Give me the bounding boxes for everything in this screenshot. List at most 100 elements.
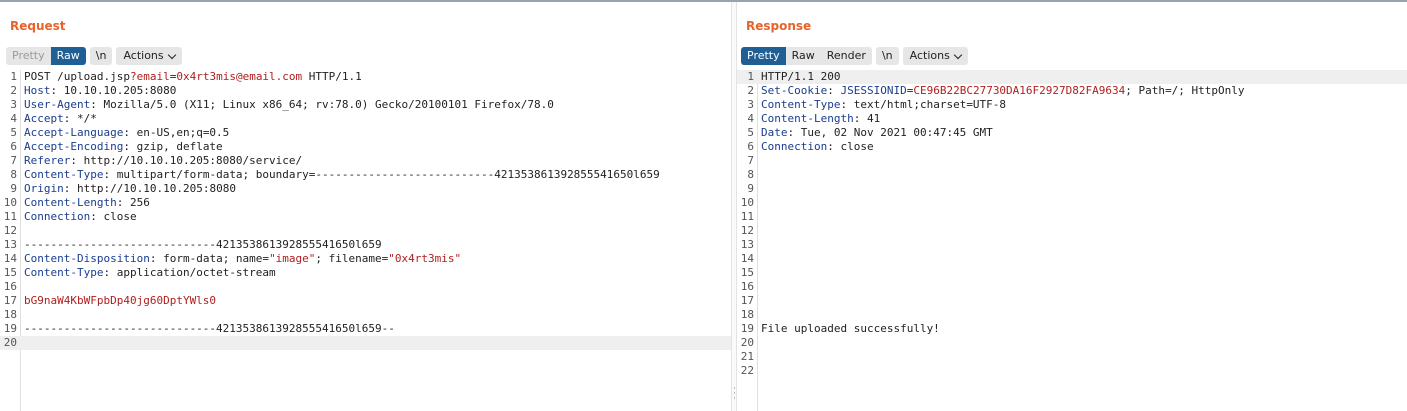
response-line: 14 [737, 252, 1407, 266]
request-view-toggle: Pretty Raw [6, 47, 86, 65]
response-line: 11 [737, 210, 1407, 224]
response-pane: Response Pretty Raw Render \n Actions 1H… [737, 2, 1407, 411]
code-token: Connection [761, 140, 828, 153]
line-number: 16 [3, 280, 17, 293]
request-line: 10 Content-Length: 256 [0, 196, 731, 210]
code-token: Content-Length [24, 196, 117, 209]
line-number: 6 [747, 140, 754, 153]
code-token: bG9naW4KbWFpbDp40jg60DptYWls0 [24, 294, 217, 307]
response-line: 4 Content-Length: 41 [737, 112, 1407, 126]
code-token: JSESSIONID [840, 84, 907, 97]
request-line: 4 Accept: */* [0, 112, 731, 126]
response-pretty-button[interactable]: Pretty [741, 47, 786, 65]
line-number: 2 [10, 84, 17, 97]
code-token: Content-Length [761, 112, 854, 125]
request-newline-toggle-button[interactable]: \n [89, 47, 113, 65]
request-line: 2 Host: 10.10.10.205:8080 [0, 84, 731, 98]
request-line: 16 [0, 280, 731, 294]
line-number: 9 [10, 182, 17, 195]
request-actions-dropdown[interactable]: Actions [116, 47, 182, 65]
request-line: 20 [0, 336, 731, 350]
code-token: Referer [24, 154, 71, 167]
request-line: 18 [0, 308, 731, 322]
code-token: File uploaded successfully! [761, 322, 940, 335]
response-line: 1 HTTP/1.1 200 [737, 70, 1407, 84]
code-token: : form-data; name= [149, 252, 270, 265]
code-token: CE96B22BC27730DA16F2927D82FA9634 [913, 84, 1126, 97]
line-number: 4 [10, 112, 17, 125]
request-raw-button[interactable]: Raw [50, 47, 86, 65]
code-token: HTTP/1.1 [302, 70, 362, 83]
response-newline-toggle-button[interactable]: \n [875, 47, 899, 65]
code-token: Accept-Encoding [24, 140, 124, 153]
code-token: User-Agent [24, 98, 91, 111]
code-token: : 10.10.10.205:8080 [50, 84, 177, 97]
response-line: 3 Content-Type: text/html;charset=UTF-8 [737, 98, 1407, 112]
line-number: 10 [740, 196, 754, 209]
drag-handle-icon[interactable]: · · · [733, 385, 736, 404]
line-number: 14 [3, 252, 17, 265]
response-lines: 1 HTTP/1.1 200 2 Set-Cookie: JSESSIONID=CE9… [737, 70, 1407, 378]
chevron-down-icon [167, 50, 176, 59]
line-number: 9 [747, 182, 754, 195]
request-toolbar: Pretty Raw \n Actions [6, 47, 182, 65]
line-number: 18 [740, 308, 754, 321]
code-token: -----------------------------42135386139… [24, 238, 382, 251]
code-token: ; filename= [315, 252, 389, 265]
request-pane: Request Pretty Raw \n Actions 1 POST /upl… [0, 2, 731, 411]
code-token: Content-Disposition [24, 252, 150, 265]
code-token: : en-US,en;q=0.5 [123, 126, 230, 139]
request-editor[interactable]: 1 POST /upload.jsp?email=0x4rt3mis@email.… [0, 70, 731, 411]
response-line: 9 [737, 182, 1407, 196]
request-line: 7 Referer: http://10.10.10.205:8080/servi… [0, 154, 731, 168]
code-token: Content-Type [24, 168, 104, 181]
code-token: : close [90, 210, 137, 223]
request-line: 13 -----------------------------421353861… [0, 238, 731, 252]
line-number: 7 [747, 154, 754, 167]
line-number: 3 [747, 98, 754, 111]
line-number: 3 [10, 98, 17, 111]
line-number: 13 [740, 238, 754, 251]
code-token: Accept-Language [24, 126, 124, 139]
request-line: 11 Connection: close [0, 210, 731, 224]
request-line: 1 POST /upload.jsp?email=0x4rt3mis@email.… [0, 70, 731, 84]
code-token: POST /upload.jsp [24, 70, 130, 83]
code-token: Content-Type [24, 266, 104, 279]
response-line: 17 [737, 294, 1407, 308]
request-line: 3 User-Agent: Mozilla/5.0 (X11; Linux x86… [0, 98, 731, 112]
response-actions-dropdown[interactable]: Actions [902, 47, 968, 65]
response-line: 10 [737, 196, 1407, 210]
line-number: 7 [10, 154, 17, 167]
line-number: 2 [747, 84, 754, 97]
code-token: : http://10.10.10.205:8080 [63, 182, 236, 195]
code-token: ?email [129, 70, 170, 83]
response-render-button[interactable]: Render [820, 47, 872, 65]
response-line: 21 [737, 350, 1407, 364]
response-line: 16 [737, 280, 1407, 294]
code-token: : application/octet-stream [103, 266, 276, 279]
response-line: 5 Date: Tue, 02 Nov 2021 00:47:45 GMT [737, 126, 1407, 140]
code-token: : */* [63, 112, 97, 125]
line-number: 20 [3, 336, 17, 349]
line-number: 18 [3, 308, 17, 321]
line-number: 8 [10, 168, 17, 181]
request-pretty-button[interactable]: Pretty [6, 47, 51, 65]
request-line: 17 bG9naW4KbWFpbDp40jg60DptYWls0 [0, 294, 731, 308]
code-token: Host [24, 84, 51, 97]
code-token: Accept [24, 112, 64, 125]
line-number: 1 [747, 70, 754, 83]
line-number: 22 [740, 364, 754, 377]
line-number: 15 [740, 266, 754, 279]
code-token: : Tue, 02 Nov 2021 00:47:45 GMT [787, 126, 993, 139]
response-raw-button[interactable]: Raw [785, 47, 821, 65]
line-number: 17 [3, 294, 17, 307]
line-number: 11 [740, 210, 754, 223]
request-title: Request [10, 19, 66, 33]
response-toolbar: Pretty Raw Render \n Actions [741, 47, 968, 65]
code-token: : close [827, 140, 874, 153]
code-token: : Mozilla/5.0 (X11; Linux x86_64; rv:78.… [90, 98, 554, 111]
request-line: 9 Origin: http://10.10.10.205:8080 [0, 182, 731, 196]
code-token: Set-Cookie [761, 84, 828, 97]
response-editor[interactable]: 1 HTTP/1.1 200 2 Set-Cookie: JSESSIONID=CE9… [737, 70, 1407, 411]
code-token: : [827, 84, 841, 97]
